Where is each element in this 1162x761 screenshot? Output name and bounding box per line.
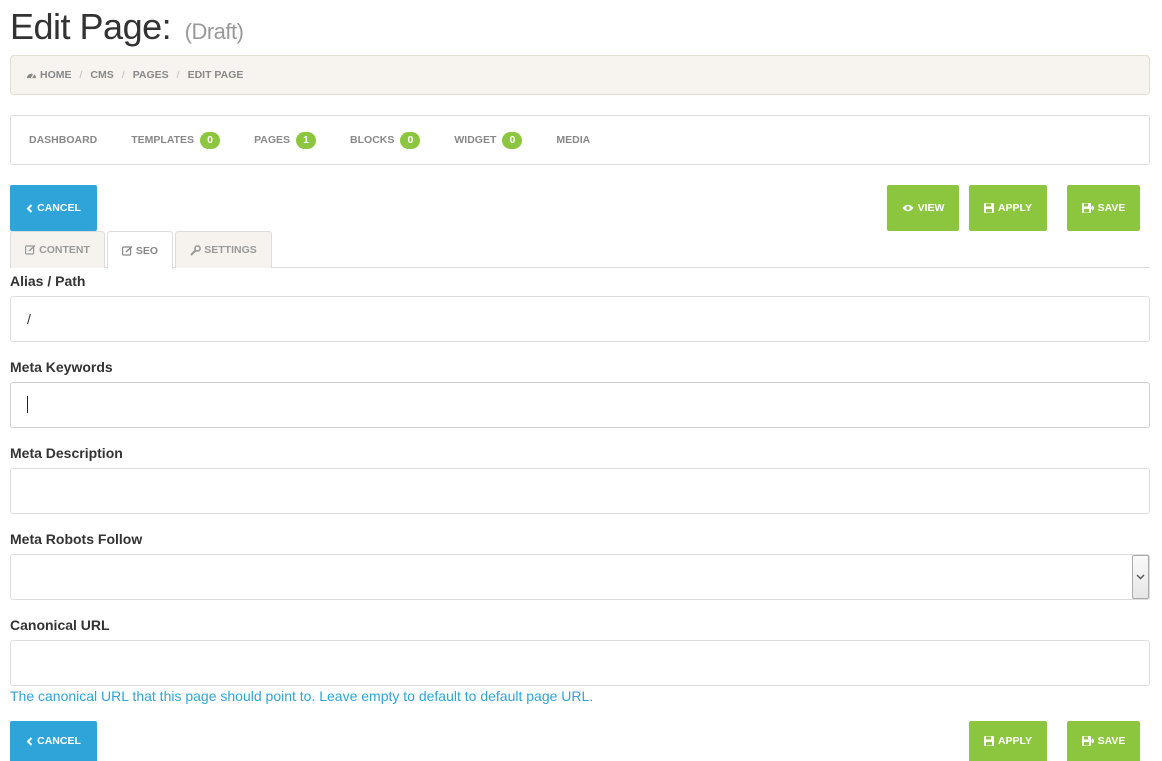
cms-subnav: DASHBOARD TEMPLATES 0 PAGES 1 BLOCKS 0 WIDG… xyxy=(10,115,1150,165)
save-button[interactable]: SAVE xyxy=(1067,185,1140,231)
floppy-disk-icon xyxy=(983,736,994,746)
page-title-text: Edit Page: xyxy=(10,6,172,47)
bottom-save-button-label: SAVE xyxy=(1097,735,1126,747)
nav-dashboard[interactable]: DASHBOARD xyxy=(29,134,97,146)
nav-media[interactable]: MEDIA xyxy=(556,134,590,146)
edit-icon xyxy=(121,245,133,256)
tab-content[interactable]: CONTENT xyxy=(10,231,105,268)
widget-count-badge: 0 xyxy=(502,131,523,149)
select-dropdown-button[interactable] xyxy=(1132,555,1149,599)
breadcrumb-edit-page: EDIT PAGE xyxy=(187,69,244,81)
meta-robots-label: Meta Robots Follow xyxy=(10,531,143,547)
meta-description-input[interactable] xyxy=(10,468,1150,514)
nav-widget[interactable]: WIDGET 0 xyxy=(454,131,523,149)
bottom-cancel-button[interactable]: CANCEL xyxy=(10,721,97,761)
meta-description-label: Meta Description xyxy=(10,445,123,461)
tab-seo-label: SEO xyxy=(135,244,159,257)
nav-templates-label: TEMPLATES xyxy=(131,134,195,146)
bottom-save-button[interactable]: SAVE xyxy=(1067,721,1140,761)
save-and-close-icon xyxy=(1081,736,1094,746)
tab-settings-label: SETTINGS xyxy=(204,244,257,256)
alias-label: Alias / Path xyxy=(10,273,86,289)
dashboard-icon xyxy=(27,73,36,79)
wrench-icon xyxy=(190,244,202,256)
breadcrumb-separator: / xyxy=(121,69,125,81)
nav-dashboard-label: DASHBOARD xyxy=(29,134,98,146)
bottom-cancel-button-label: CANCEL xyxy=(37,735,81,747)
eye-icon xyxy=(902,204,914,212)
canonical-url-input[interactable] xyxy=(10,640,1150,686)
blocks-count-badge: 0 xyxy=(400,131,421,149)
nav-templates[interactable]: TEMPLATES 0 xyxy=(131,131,221,149)
meta-robots-select[interactable] xyxy=(10,554,1150,600)
meta-keywords-input[interactable] xyxy=(10,382,1150,428)
breadcrumb-separator: / xyxy=(79,69,83,81)
text-cursor xyxy=(27,396,28,413)
nav-pages-label: PAGES xyxy=(254,134,291,146)
breadcrumb: HOME / CMS / PAGES / EDIT PAGE xyxy=(10,55,1150,95)
save-and-close-icon xyxy=(1081,203,1094,213)
pages-count-badge: 1 xyxy=(296,131,317,149)
view-button-label: VIEW xyxy=(917,202,945,214)
canonical-url-help: The canonical URL that this page should … xyxy=(10,688,594,704)
tab-settings[interactable]: SETTINGS xyxy=(175,231,272,268)
floppy-disk-icon xyxy=(983,203,994,213)
breadcrumb-pages[interactable]: PAGES xyxy=(133,69,169,81)
apply-button[interactable]: APPLY xyxy=(969,185,1047,231)
tab-seo[interactable]: SEO xyxy=(107,231,173,269)
alias-input[interactable] xyxy=(10,296,1150,342)
page-status: (Draft) xyxy=(184,19,244,44)
apply-button-label: APPLY xyxy=(997,202,1033,214)
breadcrumb-separator: / xyxy=(176,69,180,81)
bottom-apply-button[interactable]: APPLY xyxy=(969,721,1047,761)
breadcrumb-home-label: HOME xyxy=(40,69,72,81)
nav-widget-label: WIDGET xyxy=(454,134,497,146)
chevron-down-icon xyxy=(1136,574,1145,580)
chevron-left-icon xyxy=(26,736,33,746)
cancel-button-label: CANCEL xyxy=(37,202,81,214)
nav-media-label: MEDIA xyxy=(556,134,591,146)
tab-content-label: CONTENT xyxy=(39,244,90,256)
view-button[interactable]: VIEW xyxy=(887,185,959,231)
canonical-url-label: Canonical URL xyxy=(10,617,110,633)
breadcrumb-home[interactable]: HOME xyxy=(26,69,72,81)
meta-keywords-label: Meta Keywords xyxy=(10,359,113,375)
chevron-left-icon xyxy=(26,203,33,213)
breadcrumb-cms[interactable]: CMS xyxy=(90,69,113,81)
cancel-button[interactable]: CANCEL xyxy=(10,185,97,231)
page-tabs: CONTENT SEO SETTINGS xyxy=(10,231,1150,269)
templates-count-badge: 0 xyxy=(200,131,221,149)
nav-blocks[interactable]: BLOCKS 0 xyxy=(350,131,421,149)
save-button-label: SAVE xyxy=(1097,202,1126,214)
page-title: Edit Page: (Draft) xyxy=(10,6,244,48)
edit-icon xyxy=(25,245,36,255)
nav-pages[interactable]: PAGES 1 xyxy=(254,131,317,149)
bottom-apply-button-label: APPLY xyxy=(997,735,1033,747)
nav-blocks-label: BLOCKS xyxy=(350,134,395,146)
